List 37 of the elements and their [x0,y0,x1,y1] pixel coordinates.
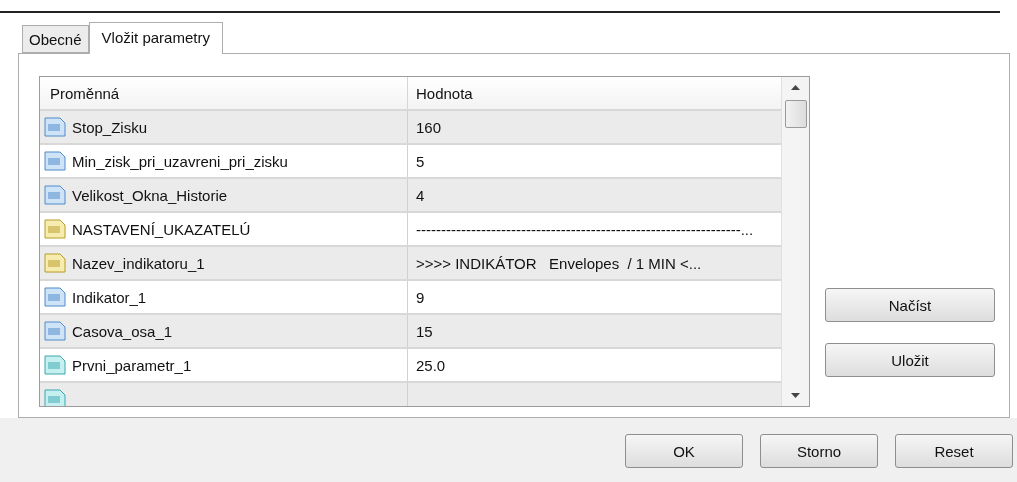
parameter-value[interactable]: 25.0 [416,356,446,374]
tab[interactable]: Vložit parametry [88,22,223,54]
parameter-value[interactable]: 4 [416,186,425,204]
scroll-up-icon[interactable] [791,85,800,90]
parameter-value[interactable]: >>>> INDIKÁTOR Envelopes / 1 MIN <... [416,254,702,272]
parameter-name: Nazev_indikatoru_1 [72,254,205,272]
scroll-thumb[interactable] [784,100,807,128]
text-type-icon [44,253,66,273]
column-header[interactable]: Proměnná [40,77,408,109]
text-type-icon [44,219,66,239]
number-type-icon [44,321,66,341]
parameter-name: NASTAVENÍ_UKAZATELÚ [72,220,251,238]
parameter-name: Prvni_parametr_1 [72,356,192,374]
parameter-name: Casova_osa_1 [72,322,173,340]
parameter-value[interactable]: -----------------------------------------------------------------... [416,220,754,238]
number-type-icon [44,151,66,171]
parameter-name: Min_zisk_pri_uzavreni_pri_zisku [72,152,288,170]
side-button[interactable]: Uložit [825,343,995,377]
parameter-name: Velikost_Okna_Historie [72,186,228,204]
fraction-type-icon [44,389,66,406]
dialog-button[interactable]: Storno [760,434,878,468]
parameter-name: Indikator_1 [72,288,147,306]
number-type-icon [44,287,66,307]
parameter-name: Stop_Zisku [72,118,148,136]
fraction-type-icon [44,355,66,375]
scroll-down-icon[interactable] [791,393,800,398]
side-button[interactable]: Načíst [825,288,995,322]
parameter-value[interactable]: 160 [416,118,442,136]
dialog-button[interactable]: Reset [895,434,1013,468]
tab[interactable]: Obecné [22,25,89,53]
dialog-button[interactable]: OK [625,434,743,468]
parameter-value[interactable]: 5 [416,152,425,170]
number-type-icon [44,117,66,137]
parameter-value[interactable]: 9 [416,288,425,306]
parameter-value[interactable]: 15 [416,322,433,340]
number-type-icon [44,185,66,205]
scrollbar[interactable] [781,77,809,406]
